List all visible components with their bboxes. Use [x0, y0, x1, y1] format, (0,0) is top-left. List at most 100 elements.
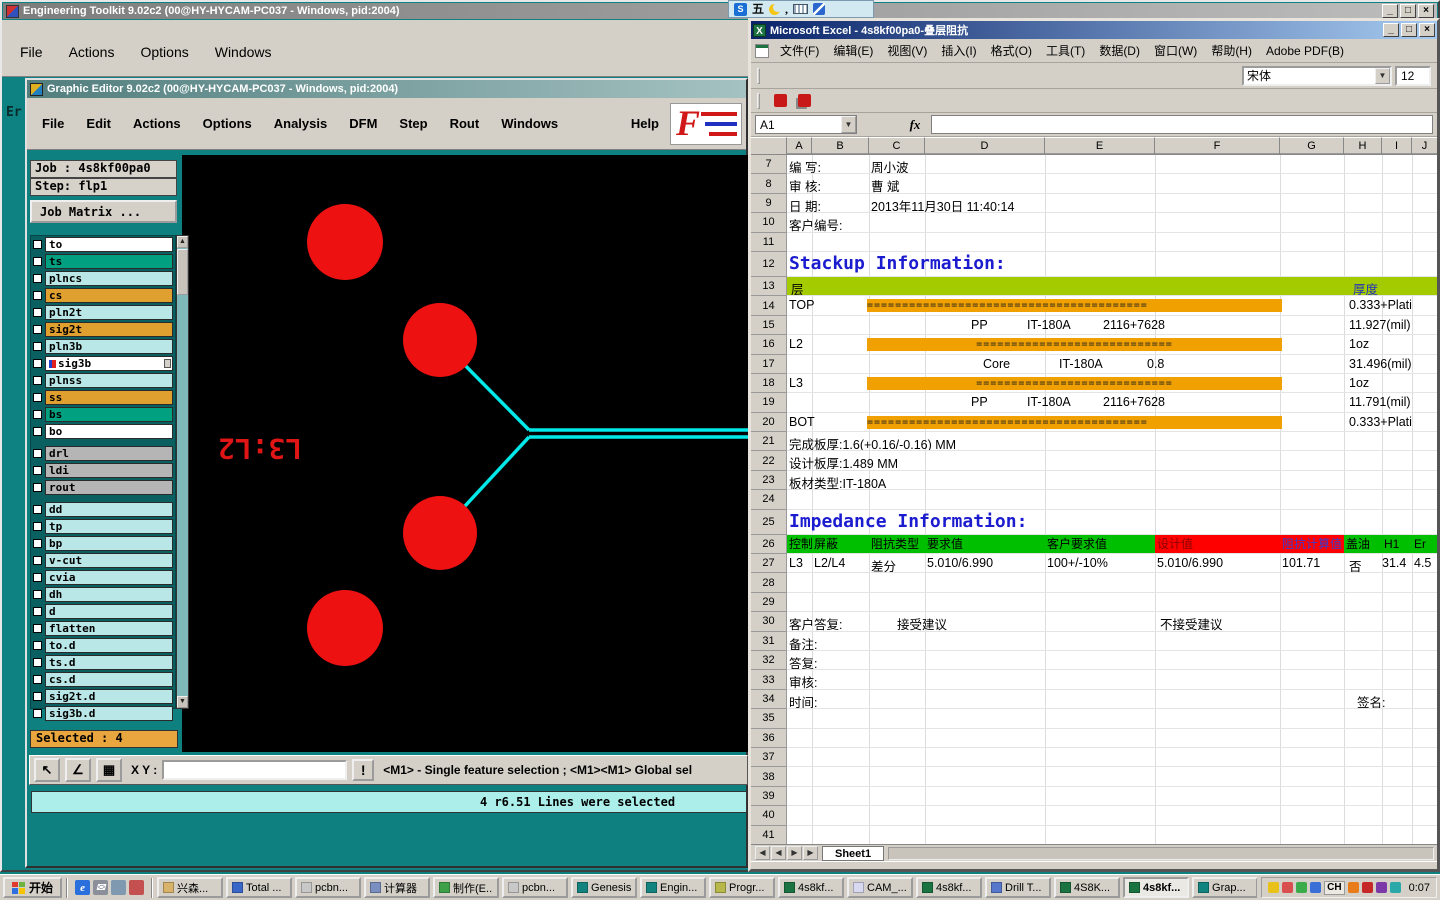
layer-visibility-checkbox[interactable] [33, 449, 42, 458]
layer-row-sig2t.d[interactable]: sig2t.d [31, 688, 175, 705]
layer-name-label[interactable]: drl [45, 446, 173, 461]
close-button[interactable]: × [1419, 23, 1435, 37]
tray-icon-4[interactable] [1310, 882, 1322, 893]
cell[interactable]: 厚度 [1353, 279, 1378, 295]
layer-visibility-checkbox[interactable] [33, 573, 42, 582]
row-header-26[interactable]: 26 [751, 534, 787, 555]
layer-row-sig3b[interactable]: sig3b [31, 355, 175, 372]
select-all-corner[interactable] [751, 137, 787, 154]
layer-name-label[interactable]: rout [45, 480, 173, 495]
layer-visibility-checkbox[interactable] [33, 590, 42, 599]
taskbar-button-14[interactable]: 4s8kf... [1123, 877, 1190, 898]
layer-row-cs.d[interactable]: cs.d [31, 671, 175, 688]
taskbar-button-13[interactable]: 4S8K... [1054, 877, 1121, 898]
tray-icon-2[interactable] [1282, 882, 1294, 893]
column-header-g[interactable]: G [1280, 137, 1344, 154]
cell[interactable]: 1oz [1349, 376, 1369, 390]
pad[interactable] [307, 204, 383, 280]
excel-menu-7[interactable]: 窗口(W) [1147, 39, 1204, 62]
cell[interactable]: 2116+7628 [1103, 395, 1165, 409]
next-sheet-button[interactable]: ▶ [787, 846, 802, 860]
toolkit-menu-2[interactable]: Options [130, 42, 198, 62]
taskbar-button-4[interactable]: 制作(E... [433, 877, 500, 898]
layer-row-bo[interactable]: bo [31, 423, 175, 440]
row-header-38[interactable]: 38 [751, 767, 787, 787]
ime-logo-icon[interactable]: S [734, 2, 747, 16]
layer-visibility-checkbox[interactable] [33, 466, 42, 475]
layer-row-plnss[interactable]: plnss [31, 372, 175, 389]
cell[interactable]: ============================ [867, 338, 1282, 352]
cell[interactable]: 11.927(mil) [1349, 318, 1411, 332]
layer-row-cvia[interactable]: cvia [31, 569, 175, 586]
layer-row-to.d[interactable]: to.d [31, 637, 175, 654]
layer-name-label[interactable]: ss [45, 390, 173, 405]
toolkit-menu-0[interactable]: File [10, 42, 53, 62]
taskbar-button-7[interactable]: Engin... [640, 877, 707, 898]
cell[interactable]: 控制 [787, 534, 812, 554]
layer-name-label[interactable]: cs [45, 288, 173, 303]
cell[interactable]: 签名: [1357, 692, 1385, 708]
alert-button[interactable]: ! [352, 759, 375, 781]
taskbar-button-1[interactable]: Total ... [226, 877, 293, 898]
taskbar-button-6[interactable]: Genesis [571, 877, 638, 898]
layer-name-label[interactable]: flatten [45, 621, 173, 636]
cell[interactable]: 31.496(mil) [1349, 357, 1412, 371]
layer-row-dh[interactable]: dh [31, 586, 175, 603]
layer-name-label[interactable]: sig2t.d [45, 689, 173, 704]
row-header-24[interactable]: 24 [751, 490, 787, 510]
layer-name-label[interactable]: dh [45, 587, 173, 602]
cell[interactable]: 板材类型:IT-180A [789, 473, 886, 489]
half-full-width-icon[interactable] [769, 2, 783, 15]
outlook-icon[interactable]: ✉ [93, 880, 109, 895]
row-header-39[interactable]: 39 [751, 786, 787, 807]
layer-row-sig3b.d[interactable]: sig3b.d [31, 705, 175, 722]
cell[interactable]: 否 [1349, 556, 1362, 572]
column-header-h[interactable]: H [1344, 137, 1382, 154]
cell[interactable]: 阻抗计算值 [1280, 534, 1344, 554]
punctuation-icon[interactable]: , [785, 2, 788, 17]
layer-visibility-checkbox[interactable] [33, 709, 42, 718]
cell[interactable]: 时间: [789, 692, 817, 708]
ime-tools-icon[interactable] [813, 3, 826, 15]
cell[interactable]: PP [971, 318, 988, 332]
cell[interactable]: 客户编号: [789, 215, 842, 231]
cell[interactable]: 客户要求值 [1045, 534, 1155, 554]
pcb-canvas[interactable]: L3:L2 [182, 155, 750, 752]
cell[interactable]: Core [983, 357, 1010, 371]
cell[interactable]: 不接受建议 [1160, 614, 1223, 630]
scroll-down-icon[interactable]: ▼ [177, 696, 188, 708]
excel-menu-6[interactable]: 数据(D) [1092, 39, 1147, 62]
row-header-9[interactable]: 9 [751, 193, 787, 214]
row-header-27[interactable]: 27 [751, 554, 787, 574]
cell[interactable]: ============================ [867, 376, 1282, 390]
excel-menu-9[interactable]: Adobe PDF(B) [1259, 41, 1351, 61]
taskbar-button-8[interactable]: Progr... [709, 877, 776, 898]
chevron-down-icon[interactable]: ▼ [841, 116, 856, 133]
cell[interactable]: 设计板厚:1.489 MM [789, 453, 898, 469]
pad[interactable] [403, 303, 477, 377]
toolkit-menu-3[interactable]: Windows [205, 42, 282, 62]
toolkit-titlebar[interactable]: Engineering Toolkit 9.02c2 (00@HY-HYCAM-… [3, 3, 1437, 19]
cell[interactable]: 设计值 [1155, 534, 1280, 554]
layer-name-label[interactable]: ldi [45, 463, 173, 478]
row-header-37[interactable]: 37 [751, 747, 787, 768]
tray-icon-1[interactable] [1268, 882, 1280, 893]
tray-icon-9[interactable] [1389, 882, 1401, 893]
layer-row-ss[interactable]: ss [31, 389, 175, 406]
column-header-c[interactable]: C [869, 137, 925, 154]
taskbar-button-9[interactable]: 4s8kf... [778, 877, 845, 898]
soft-keyboard-icon[interactable] [793, 4, 809, 14]
column-header-a[interactable]: A [787, 137, 812, 154]
tray-icon-6[interactable] [1347, 882, 1359, 893]
tray-icon-7[interactable] [1361, 882, 1373, 893]
layer-row-to[interactable]: to [31, 236, 175, 253]
layer-name-label[interactable]: to [45, 237, 173, 252]
cell[interactable]: 盖油 [1344, 534, 1382, 554]
taskbar-button-5[interactable]: pcbn... [502, 877, 569, 898]
editor-menu-5[interactable]: DFM [338, 112, 388, 135]
row-header-16[interactable]: 16 [751, 335, 787, 355]
column-header-j[interactable]: J [1412, 137, 1437, 154]
minimize-button[interactable]: _ [1383, 23, 1399, 37]
layer-row-pln2t[interactable]: pln2t [31, 304, 175, 321]
row-header-25[interactable]: 25 [751, 509, 787, 535]
